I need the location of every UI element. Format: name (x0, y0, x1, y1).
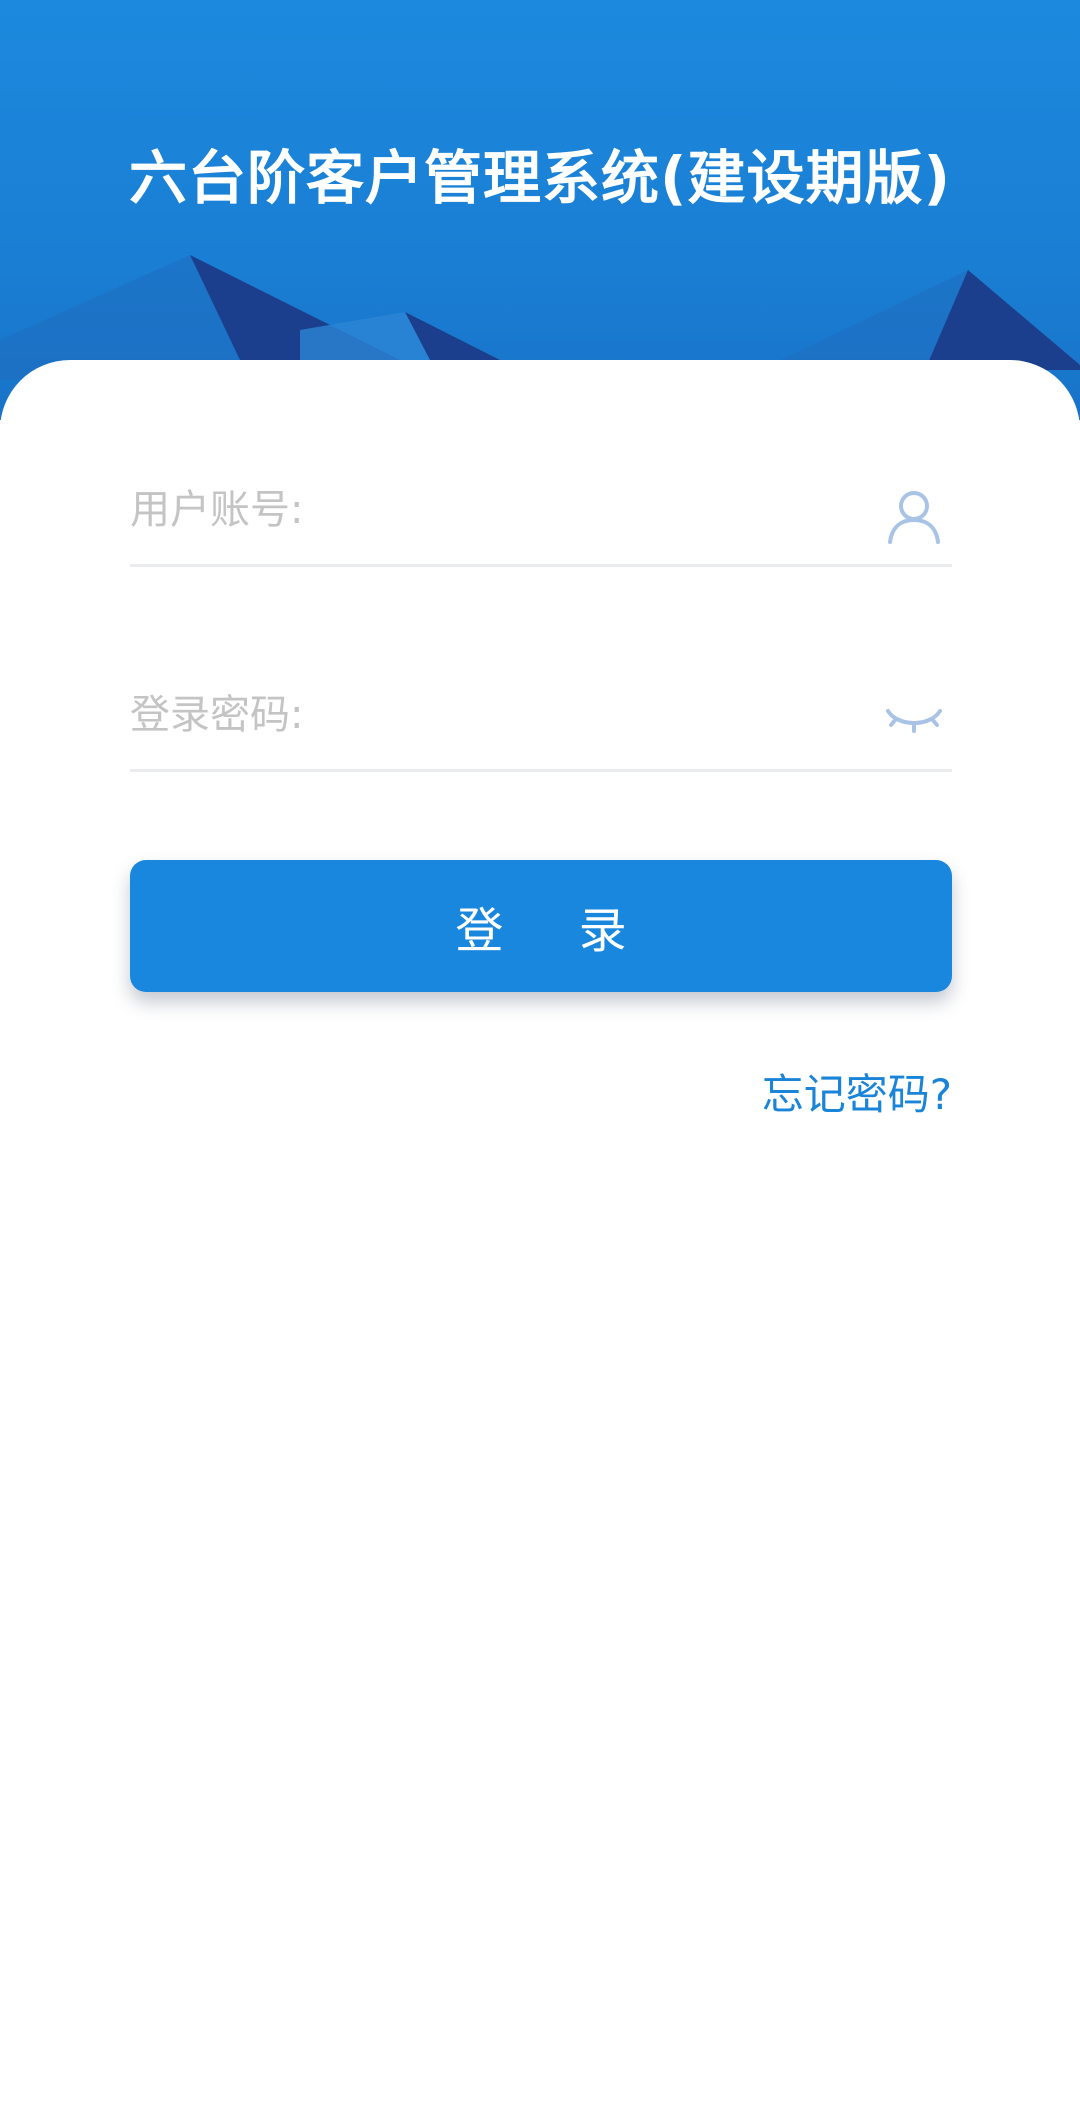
login-page: 六台阶客户管理系统(建设期版) 登 录 (0, 0, 1080, 2120)
eye-closed-icon[interactable] (886, 693, 942, 749)
app-title: 六台阶客户管理系统(建设期版) (128, 144, 952, 212)
login-card: 登 录 忘记密码? (0, 360, 1080, 2120)
forgot-password-link[interactable]: 忘记密码? (762, 1065, 952, 1125)
user-icon (886, 488, 942, 544)
password-input[interactable] (130, 665, 830, 765)
login-button[interactable]: 登 录 (130, 860, 952, 992)
password-field (130, 665, 952, 772)
header-banner: 六台阶客户管理系统(建设期版) (0, 0, 1080, 420)
username-field (130, 460, 952, 567)
username-input[interactable] (130, 460, 830, 560)
